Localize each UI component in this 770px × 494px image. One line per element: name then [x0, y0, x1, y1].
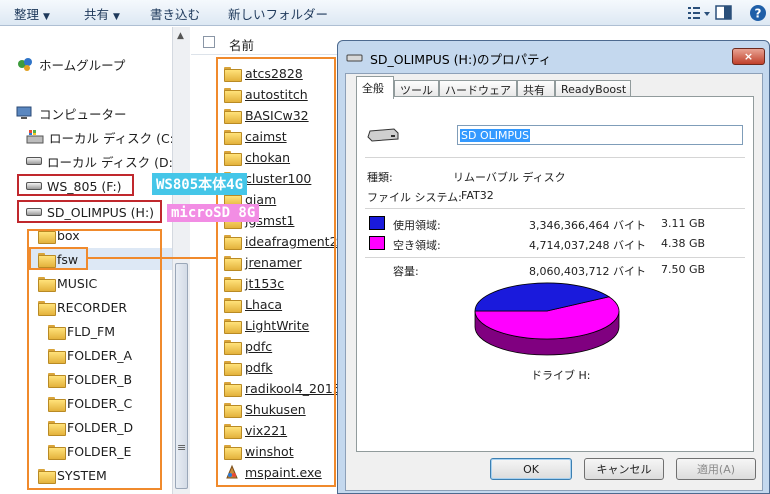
nav-item-local-disk-d[interactable]: ローカル ディスク (D:) [26, 150, 178, 172]
ok-button[interactable]: OK [490, 458, 572, 480]
new-folder-button[interactable]: 新しいフォルダー [228, 4, 328, 23]
drive-icon [26, 157, 42, 165]
scroll-up-icon[interactable]: ▲ [177, 31, 184, 41]
capacity-bytes: 8,060,403,712 バイト [529, 265, 646, 278]
burn-button[interactable]: 書き込む [150, 4, 200, 23]
annotation-box-sd [17, 200, 162, 223]
select-all-checkbox[interactable] [203, 36, 215, 48]
annotation-box-fsw [29, 247, 88, 270]
organize-label: 整理 [14, 7, 40, 22]
free-space-bytes: 4,714,037,248 バイト [529, 239, 646, 252]
free-space-swatch [369, 236, 385, 250]
dialog-body: 全般 ツール ハードウェア 共有 ReadyBoost SD OLIMPUS 種… [345, 73, 763, 491]
nav-item-label: ホームグループ [39, 57, 126, 73]
command-bar: 整理 ▼ 共有 ▼ 書き込む 新しいフォルダー ? [0, 0, 770, 26]
grip-icon: ≡ [177, 441, 187, 454]
computer-icon [16, 106, 32, 119]
filesystem-value: FAT32 [461, 189, 494, 202]
used-space-label: 使用領域: [393, 219, 441, 232]
column-header-name[interactable]: 名前 [229, 35, 254, 54]
nav-item-computer[interactable]: コンピューター [16, 102, 127, 124]
used-space-bytes: 3,346,366,464 バイト [529, 219, 646, 232]
volume-name-input[interactable]: SD OLIMPUS [457, 125, 743, 145]
chevron-down-icon: ▼ [113, 12, 120, 22]
filesystem-label: ファイル システム: [367, 191, 462, 204]
apply-button[interactable]: 適用(A) [676, 458, 756, 480]
share-label: 共有 [84, 7, 110, 22]
homegroup-icon [18, 58, 32, 71]
type-label: 種類: [367, 171, 393, 184]
nav-item-label: ローカル ディスク (D:) [47, 154, 178, 170]
general-tab-panel: SD OLIMPUS 種類: リムーバブル ディスク ファイル システム: FA… [356, 96, 754, 452]
help-icon: ? [750, 5, 766, 21]
system-drive-icon [26, 130, 44, 144]
free-space-label: 空き領域: [393, 239, 441, 252]
properties-dialog: SD_OLIMPUS (H:)のプロパティ × 全般 ツール ハードウェア 共有… [337, 40, 770, 494]
nav-scrollbar[interactable]: ▲ ≡ [172, 27, 190, 494]
dialog-title: SD_OLIMPUS (H:)のプロパティ [370, 51, 552, 67]
close-icon: × [743, 50, 754, 63]
annotation-box-fsw-contents [216, 57, 336, 487]
annotation-label-microsd: microSD 8G [167, 204, 260, 222]
used-space-swatch [369, 216, 385, 230]
capacity-label: 容量: [393, 265, 419, 278]
divider [365, 257, 745, 258]
preview-pane-icon [715, 5, 732, 20]
file-list-header: 名前 [191, 27, 341, 55]
free-space-gb: 4.38 GB [661, 237, 706, 250]
divider [365, 208, 745, 209]
nav-item-local-disk-c[interactable]: ローカル ディスク (C:) [26, 126, 179, 148]
help-button[interactable]: ? [748, 3, 768, 23]
drive-letter-label: ドライブ H: [531, 369, 591, 382]
preview-pane-button[interactable] [714, 3, 734, 23]
share-menu[interactable]: 共有 ▼ [84, 4, 120, 23]
nav-item-homegroup[interactable]: ホームグループ [16, 53, 125, 75]
disk-usage-pie-chart [474, 282, 620, 356]
view-options-button[interactable] [686, 3, 712, 23]
view-list-icon [688, 7, 710, 19]
svg-text:?: ? [755, 7, 762, 21]
nav-item-label: コンピューター [39, 106, 127, 122]
used-space-gb: 3.11 GB [661, 217, 706, 230]
annotation-box-ws805 [17, 174, 134, 196]
organize-menu[interactable]: 整理 ▼ [14, 4, 50, 23]
annotation-label-ws805: WS805本体4G [152, 173, 248, 195]
cancel-button[interactable]: キャンセル [584, 458, 664, 480]
type-value: リムーバブル ディスク [453, 171, 566, 184]
tab-general[interactable]: 全般 [356, 76, 394, 99]
capacity-gb: 7.50 GB [661, 263, 706, 276]
drive-icon [346, 54, 363, 62]
drive-large-icon [367, 128, 399, 142]
chevron-down-icon: ▼ [43, 12, 50, 22]
volume-name-value: SD OLIMPUS [460, 128, 531, 142]
annotation-connector [88, 257, 216, 259]
scroll-thumb[interactable] [175, 263, 188, 489]
close-button[interactable]: × [732, 48, 765, 65]
nav-item-label: ローカル ディスク (C:) [49, 130, 179, 146]
divider [365, 157, 745, 158]
dialog-title-bar[interactable]: SD_OLIMPUS (H:)のプロパティ [346, 49, 551, 67]
